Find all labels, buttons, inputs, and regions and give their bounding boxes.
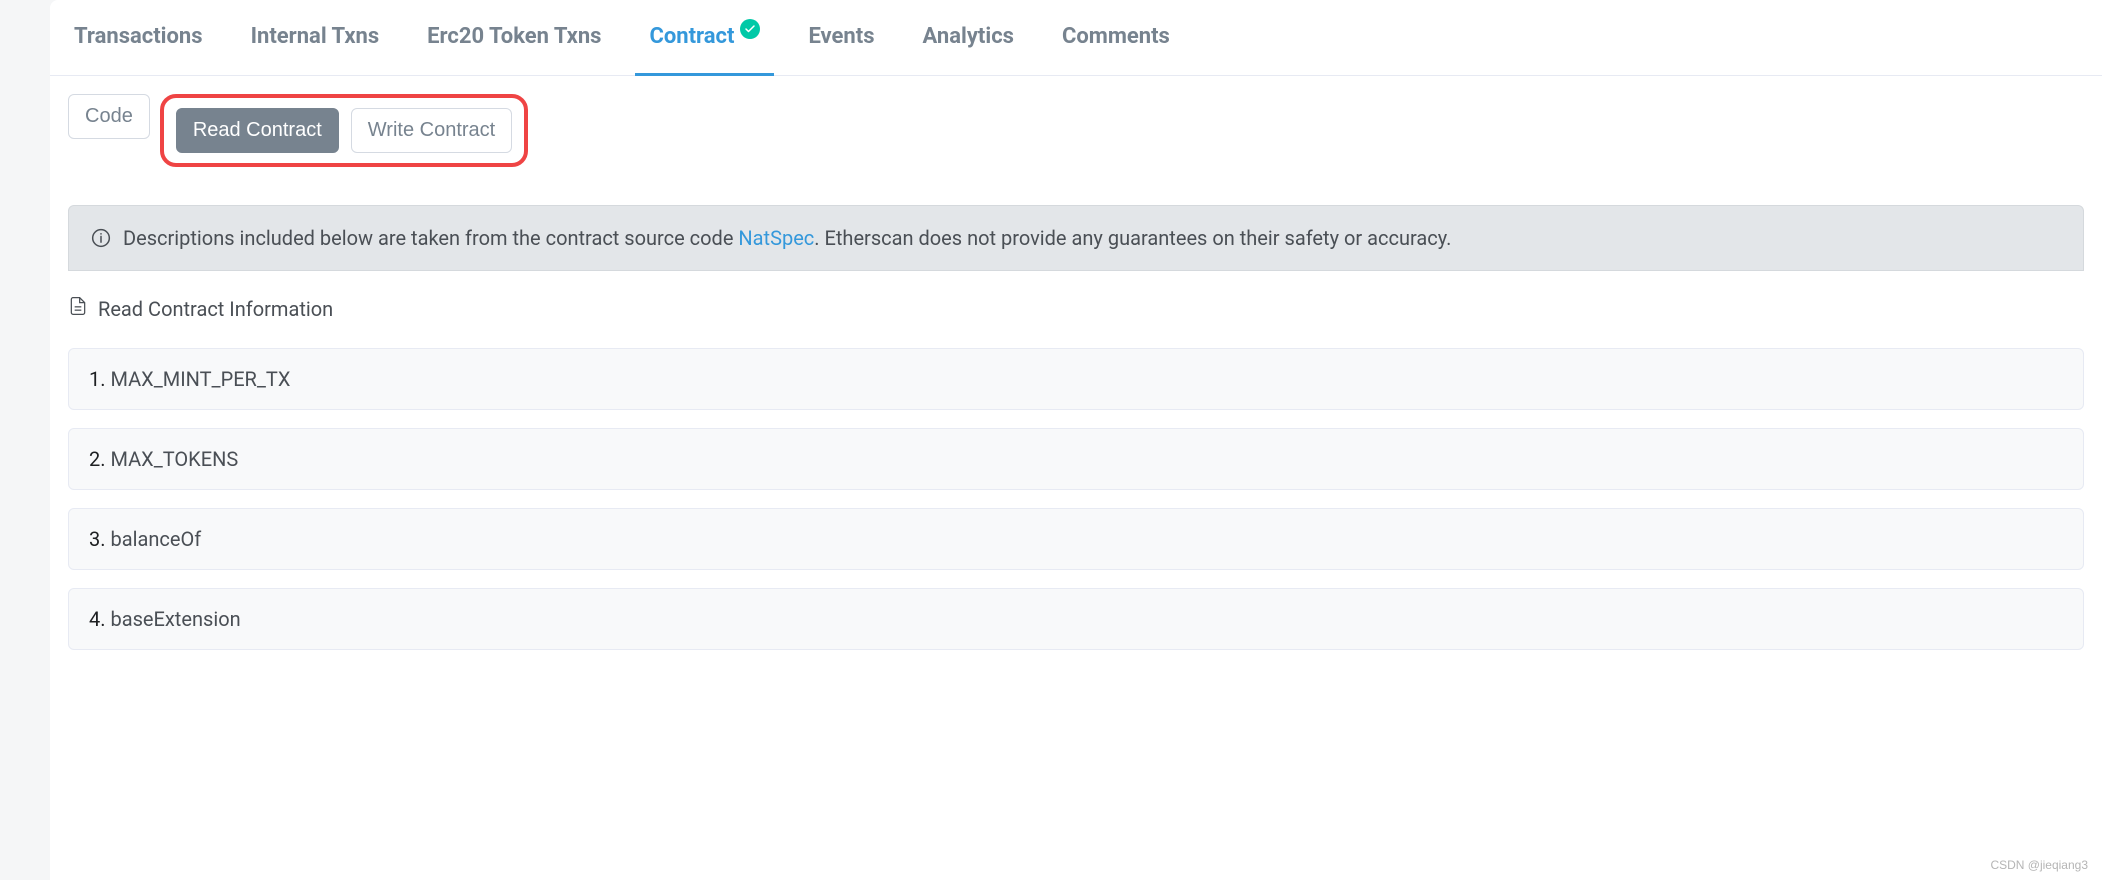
contract-subtab-row: Code Read Contract Write Contract xyxy=(68,94,2084,167)
alert-text: Descriptions included below are taken fr… xyxy=(123,226,1451,250)
watermark: CSDN @jieqiang3 xyxy=(1990,858,2088,872)
verified-check-icon xyxy=(740,19,760,39)
tab-events[interactable]: Events xyxy=(802,0,880,75)
function-name: MAX_TOKENS xyxy=(110,447,238,471)
tab-contract[interactable]: Contract xyxy=(643,0,766,75)
function-item[interactable]: 1. MAX_MINT_PER_TX xyxy=(68,348,2084,410)
function-name: baseExtension xyxy=(110,607,240,631)
contract-panel: Transactions Internal Txns Erc20 Token T… xyxy=(50,0,2102,880)
info-icon xyxy=(91,228,111,248)
main-tab-bar: Transactions Internal Txns Erc20 Token T… xyxy=(50,0,2102,76)
alert-suffix: . Etherscan does not provide any guarant… xyxy=(814,226,1451,250)
tab-contract-label: Contract xyxy=(649,24,734,49)
subtab-read-contract[interactable]: Read Contract xyxy=(176,108,339,153)
function-name: MAX_MINT_PER_TX xyxy=(110,367,290,391)
natspec-alert: Descriptions included below are taken fr… xyxy=(68,205,2084,271)
tab-analytics[interactable]: Analytics xyxy=(917,0,1020,75)
natspec-link[interactable]: NatSpec xyxy=(738,226,814,250)
function-index: 2. xyxy=(89,447,106,471)
section-heading-label: Read Contract Information xyxy=(98,297,333,321)
tab-comments[interactable]: Comments xyxy=(1056,0,1176,75)
tab-erc20-token-txns[interactable]: Erc20 Token Txns xyxy=(421,0,607,75)
contract-content: Code Read Contract Write Contract Descri… xyxy=(50,76,2102,668)
tab-internal-txns[interactable]: Internal Txns xyxy=(245,0,386,75)
function-name: balanceOf xyxy=(110,527,201,551)
function-list: 1. MAX_MINT_PER_TX 2. MAX_TOKENS 3. bala… xyxy=(68,348,2084,650)
subtab-code[interactable]: Code xyxy=(68,94,150,139)
read-contract-heading: Read Contract Information xyxy=(68,295,2084,322)
annotation-highlight-box: Read Contract Write Contract xyxy=(160,94,528,167)
function-item[interactable]: 4. baseExtension xyxy=(68,588,2084,650)
function-index: 4. xyxy=(89,607,106,631)
function-item[interactable]: 3. balanceOf xyxy=(68,508,2084,570)
function-index: 1. xyxy=(89,367,106,391)
document-icon xyxy=(68,295,88,322)
alert-prefix: Descriptions included below are taken fr… xyxy=(123,226,738,250)
subtab-write-contract[interactable]: Write Contract xyxy=(351,108,512,153)
function-index: 3. xyxy=(89,527,106,551)
tab-transactions[interactable]: Transactions xyxy=(68,0,209,75)
function-item[interactable]: 2. MAX_TOKENS xyxy=(68,428,2084,490)
